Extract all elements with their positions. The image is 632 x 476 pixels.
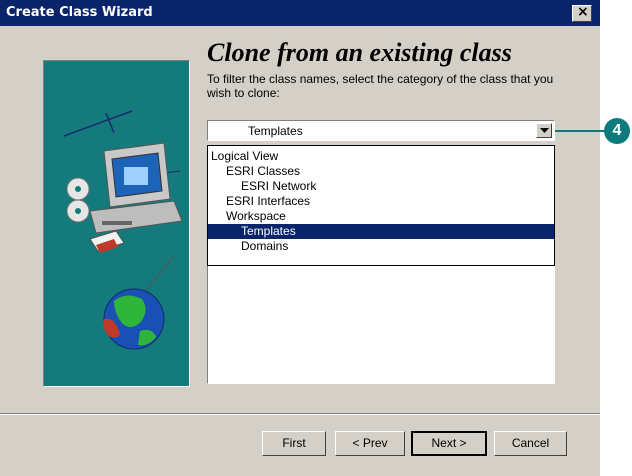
combo-selected-value: Templates (248, 124, 303, 138)
dropdown-item-esri-interfaces[interactable]: ESRI Interfaces (208, 194, 572, 209)
chevron-down-icon (540, 128, 549, 133)
close-button[interactable]: × (572, 4, 592, 22)
window-title: Create Class Wizard (6, 5, 153, 20)
callout-badge: 4 (604, 118, 630, 144)
class-list[interactable] (207, 266, 555, 384)
create-class-wizard-dialog: Create Class Wizard × Clone from an exis… (0, 0, 600, 476)
instruction-text: To filter the class names, select the ca… (207, 72, 554, 100)
wizard-illustration (43, 60, 190, 387)
callout-line (555, 130, 605, 132)
page-heading: Clone from an existing class (207, 38, 512, 67)
cancel-button[interactable]: Cancel (494, 431, 567, 456)
dropdown-item-domains[interactable]: Domains (208, 239, 587, 254)
close-icon: × (577, 4, 589, 20)
category-dropdown-list: Logical View ESRI Classes ESRI Network E… (207, 145, 555, 266)
dropdown-item-logical-view[interactable]: Logical View (208, 149, 557, 164)
divider (0, 413, 600, 415)
prev-button[interactable]: < Prev (335, 431, 405, 456)
computer-icon (89, 142, 183, 234)
floppy-icon (89, 230, 125, 253)
first-button[interactable]: First (262, 431, 326, 456)
dropdown-item-esri-classes[interactable]: ESRI Classes (208, 164, 572, 179)
category-combobox[interactable]: Templates (207, 120, 555, 141)
cd-icon (66, 177, 90, 223)
dropdown-item-templates[interactable]: Templates (208, 224, 554, 239)
next-button[interactable]: Next > (411, 431, 487, 456)
combo-dropdown-button[interactable] (536, 123, 552, 138)
globe-icon (103, 255, 175, 350)
dropdown-item-esri-network[interactable]: ESRI Network (208, 179, 587, 194)
title-bar[interactable]: Create Class Wizard × (0, 0, 600, 26)
dropdown-item-workspace[interactable]: Workspace (208, 209, 572, 224)
